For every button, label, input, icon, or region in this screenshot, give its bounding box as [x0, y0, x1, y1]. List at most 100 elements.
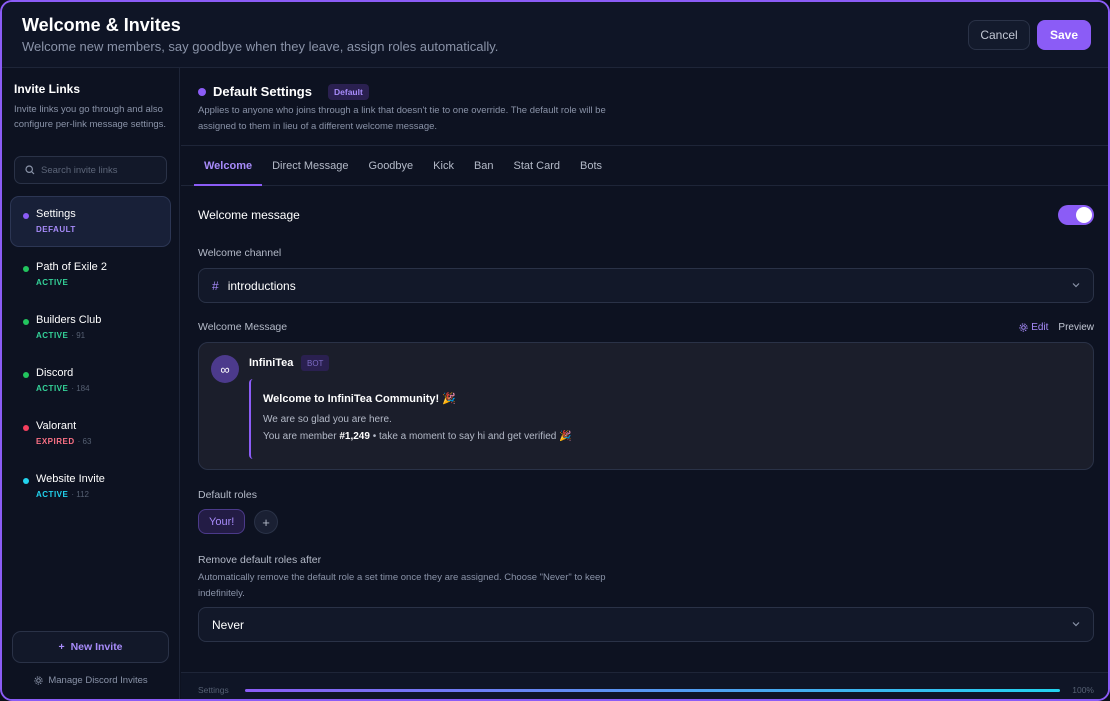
- member-number: #1,249: [339, 431, 370, 442]
- save-button[interactable]: Save: [1037, 20, 1091, 50]
- search-box[interactable]: [14, 156, 167, 184]
- tab-stat-card[interactable]: Stat Card: [504, 146, 570, 185]
- status-badge: ACTIVE · 91: [36, 331, 85, 340]
- plus-icon: +: [58, 641, 65, 653]
- new-invite-label: New Invite: [70, 641, 123, 653]
- tab-ban[interactable]: Ban: [464, 146, 504, 185]
- invite-list: Settings DEFAULT Path of Exile 2 ACTIVE Buil…: [10, 196, 171, 514]
- line2-suffix: • take a moment to say hi and get verifi…: [369, 431, 572, 442]
- progress-footer: Settings 100%: [181, 672, 1108, 699]
- status-dot: [23, 266, 29, 272]
- status-dot: [23, 425, 29, 431]
- status-text: ACTIVE: [36, 490, 69, 499]
- embed-line-1: We are so glad you are here.: [263, 414, 392, 425]
- status-dot: [23, 213, 29, 219]
- gear-icon: [1019, 323, 1028, 332]
- sidebar-item-valorant[interactable]: Valorant EXPIRED · 63: [10, 408, 171, 459]
- welcome-message-label: Welcome message: [198, 208, 300, 222]
- sidebar-item-label: Settings: [36, 208, 76, 220]
- chevron-down-icon: [1072, 283, 1080, 288]
- progress-percent: 100%: [1072, 685, 1094, 695]
- sidebar-item-path-of-exile-2[interactable]: Path of Exile 2 ACTIVE: [10, 249, 171, 300]
- tab-bots[interactable]: Bots: [570, 146, 612, 185]
- status-dot: [23, 319, 29, 325]
- message-actions: Edit Preview: [1019, 322, 1094, 333]
- sidebar-item-discord[interactable]: Discord ACTIVE · 184: [10, 355, 171, 406]
- sidebar-title: Invite Links: [14, 82, 81, 96]
- embed-title: Welcome to InfiniTea Community! 🎉: [263, 393, 456, 405]
- sidebar-item-builders-club[interactable]: Builders Club ACTIVE · 91: [10, 302, 171, 353]
- gear-icon: [34, 676, 43, 685]
- welcome-channel-select[interactable]: # introductions: [198, 268, 1094, 303]
- status-badge: ACTIVE · 184: [36, 384, 90, 393]
- line2-prefix: You are member: [263, 431, 340, 442]
- tab-welcome[interactable]: Welcome: [194, 146, 263, 186]
- toggle-knob: [1076, 207, 1092, 223]
- bot-badge: BOT: [301, 355, 330, 371]
- message-preview-card: ∞ InfiniTea BOT Welcome to InfiniTea Com…: [198, 342, 1094, 470]
- sidebar-item-label: Valorant: [36, 420, 77, 432]
- status-text: DEFAULT: [36, 225, 76, 234]
- progress-bar: [245, 689, 1060, 692]
- app-frame: Welcome & Invites Welcome new members, s…: [0, 0, 1110, 701]
- status-text: ACTIVE: [36, 278, 69, 287]
- remove-roles-description: Automatically remove the default role a …: [198, 572, 606, 599]
- hash-icon: #: [212, 278, 219, 293]
- invite-sidebar: Invite Links Invite links you go through…: [2, 68, 180, 699]
- tab-direct-message[interactable]: Direct Message: [262, 146, 358, 185]
- status-text: ACTIVE: [36, 331, 69, 340]
- invite-count: · 184: [71, 384, 90, 393]
- message-embed: Welcome to InfiniTea Community! 🎉 We are…: [249, 379, 609, 459]
- remove-roles-value: Never: [212, 617, 245, 632]
- status-text: EXPIRED: [36, 437, 75, 446]
- sidebar-item-label: Builders Club: [36, 314, 102, 326]
- status-text: ACTIVE: [36, 384, 69, 393]
- embed-line-2: You are member #1,249 • take a moment to…: [263, 431, 572, 442]
- tab-kick[interactable]: Kick: [423, 146, 464, 185]
- preview-button[interactable]: Preview: [1058, 322, 1094, 333]
- settings-title: Default Settings: [213, 84, 312, 99]
- sidebar-item-website-invite[interactable]: Website Invite ACTIVE · 112: [10, 461, 171, 512]
- status-dot: [198, 88, 206, 96]
- welcome-message-field-label: Welcome Message: [198, 321, 288, 333]
- status-badge: DEFAULT: [36, 225, 79, 234]
- progress-label: Settings: [198, 685, 229, 695]
- search-input[interactable]: [41, 164, 161, 176]
- chevron-down-icon: [1072, 622, 1080, 627]
- sidebar-description: Invite links you go through and also con…: [14, 104, 167, 130]
- edit-button[interactable]: Edit: [1019, 322, 1048, 333]
- status-badge: EXPIRED · 63: [36, 437, 91, 446]
- page-title: Welcome & Invites: [22, 15, 181, 35]
- welcome-toggle[interactable]: [1058, 205, 1094, 225]
- default-badge: Default: [328, 84, 369, 100]
- manage-discord-invites-link[interactable]: Manage Discord Invites: [2, 675, 180, 686]
- status-badge: ACTIVE: [36, 278, 71, 287]
- page-subtitle: Welcome new members, say goodbye when th…: [22, 39, 499, 54]
- new-invite-button[interactable]: + New Invite: [12, 631, 169, 663]
- sidebar-item-label: Website Invite: [36, 473, 105, 485]
- remove-roles-label: Remove default roles after: [198, 554, 322, 566]
- default-roles-label: Default roles: [198, 489, 257, 501]
- invite-count: · 63: [77, 437, 92, 446]
- invite-count: · 112: [71, 490, 89, 499]
- tab-bar: Welcome Direct Message Goodbye Kick Ban Stat …: [181, 146, 1108, 186]
- cancel-button[interactable]: Cancel: [968, 20, 1030, 50]
- edit-label: Edit: [1031, 322, 1049, 333]
- sidebar-item-label: Path of Exile 2: [36, 261, 107, 273]
- welcome-channel-label: Welcome channel: [198, 247, 282, 259]
- status-dot: [23, 372, 29, 378]
- tab-goodbye[interactable]: Goodbye: [359, 146, 424, 185]
- search-icon: [25, 165, 35, 175]
- manage-label: Manage Discord Invites: [48, 675, 148, 686]
- progress-fill: [245, 689, 1060, 692]
- invite-count: · 91: [71, 331, 86, 340]
- page-header: Welcome & Invites Welcome new members, s…: [2, 2, 1108, 68]
- remove-roles-select[interactable]: Never: [198, 607, 1094, 642]
- role-chip[interactable]: Your!: [198, 509, 246, 534]
- status-dot: [23, 478, 29, 484]
- sidebar-item-label: Discord: [36, 367, 74, 379]
- sidebar-item-settings[interactable]: Settings DEFAULT: [10, 196, 171, 247]
- welcome-channel-value: introductions: [227, 278, 296, 293]
- add-role-button[interactable]: +: [254, 510, 278, 534]
- bot-avatar: ∞: [211, 355, 239, 383]
